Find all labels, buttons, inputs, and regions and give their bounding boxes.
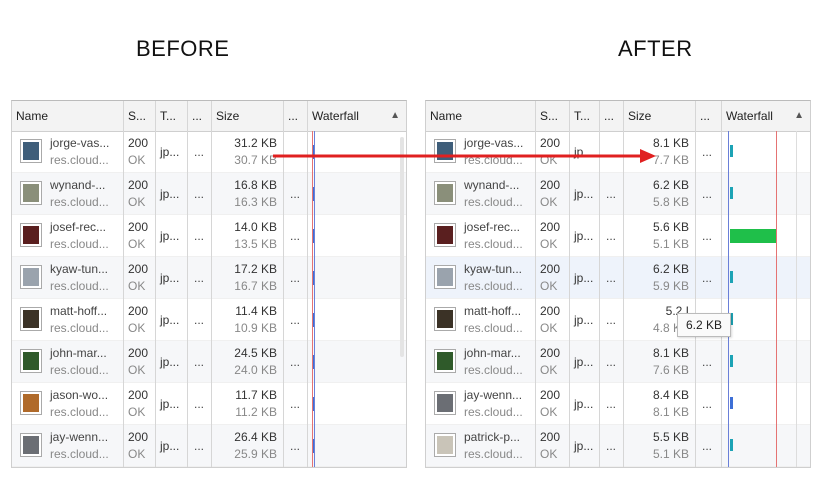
size-tooltip: 6.2 KB [677, 313, 731, 337]
comparison-arrow [273, 149, 656, 163]
